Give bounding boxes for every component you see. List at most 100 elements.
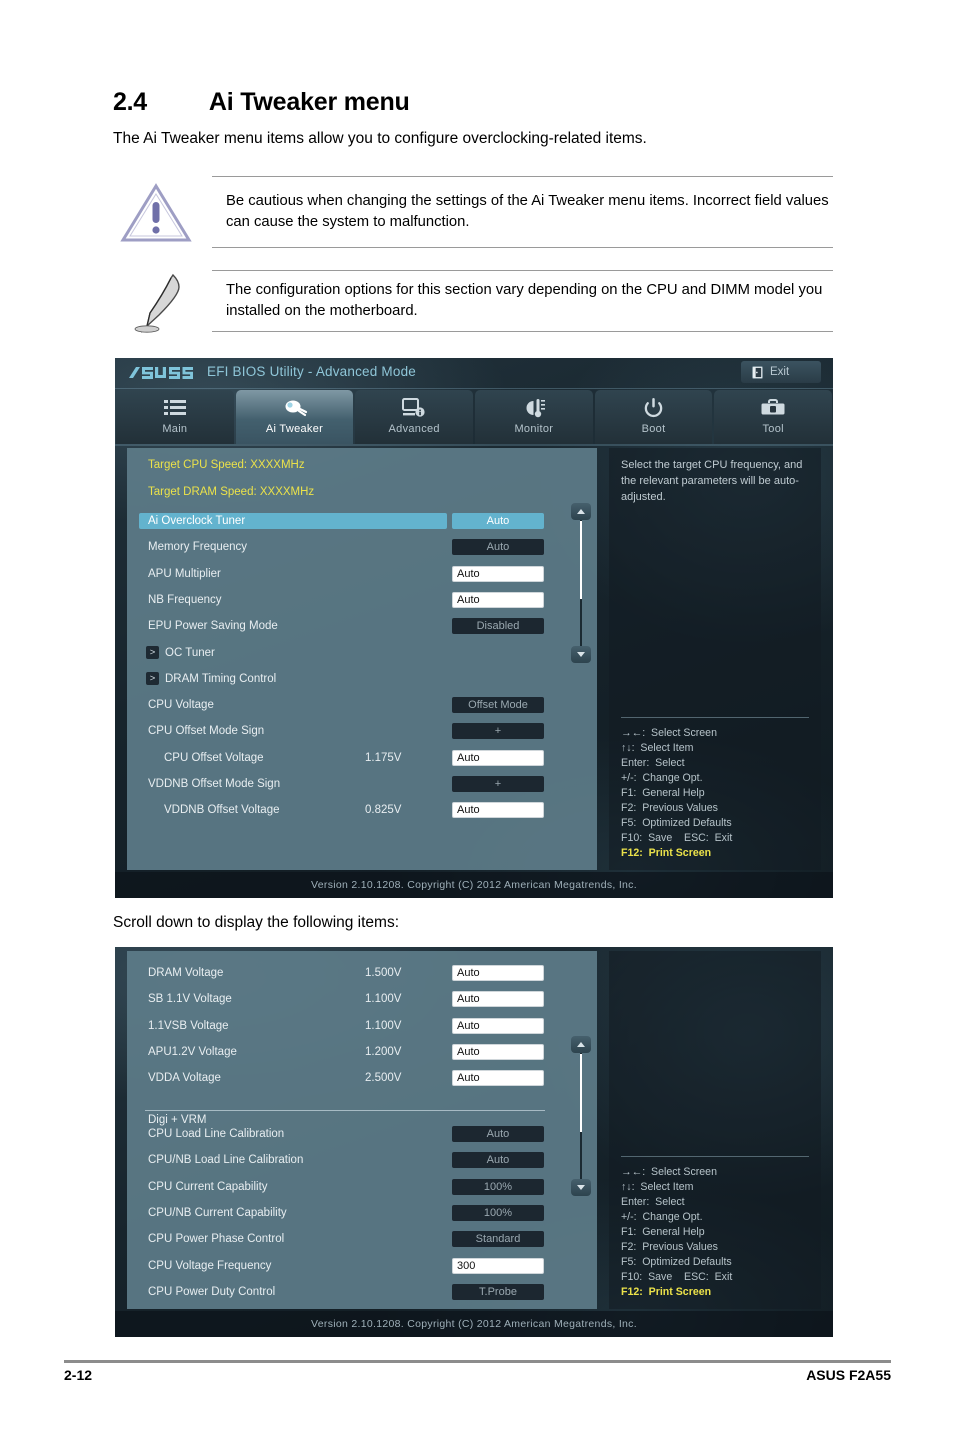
setting-value-field[interactable]: 100%	[452, 1204, 544, 1221]
setting-current-value: 0.825V	[365, 803, 402, 816]
scroll-thumb[interactable]	[580, 521, 582, 599]
setting-value-field[interactable]: Auto	[452, 565, 544, 582]
setting-row[interactable]: Memory Frequency Auto	[127, 537, 597, 556]
nav-key: F10: Save ESC: Exit	[621, 1270, 733, 1283]
setting-value-field[interactable]: T.Probe	[452, 1283, 544, 1300]
section-intro: The Ai Tweaker menu items allow you to c…	[113, 130, 647, 147]
nav-key: F12: Print Screen	[621, 846, 712, 859]
setting-row[interactable]: NB Frequency Auto	[127, 590, 597, 609]
pencil-icon	[117, 269, 195, 333]
setting-row[interactable]: CPU Voltage Offset Mode	[127, 695, 597, 714]
nav-key: F5: Optimized Defaults	[621, 816, 732, 829]
setting-value-field[interactable]: 300	[452, 1257, 544, 1274]
help-text: Select the target CPU frequency, and the…	[621, 459, 803, 503]
exit-label: Exit	[770, 366, 790, 378]
scrollbar-bottom[interactable]	[571, 1036, 591, 1196]
help-pane-top: Select the target CPU frequency, and the…	[609, 448, 821, 870]
setting-value-field[interactable]: Auto	[452, 512, 544, 529]
setting-value-field[interactable]: 100%	[452, 1178, 544, 1195]
setting-row[interactable]: CPU Load Line Calibration Auto	[127, 1124, 597, 1143]
nav-key: F2: Previous Values	[621, 1240, 718, 1253]
scroll-down-button[interactable]	[571, 646, 591, 663]
setting-row[interactable]: CPU/NB Current Capability 100%	[127, 1203, 597, 1222]
setting-row[interactable]: CPU Offset Mode Sign +	[127, 721, 597, 740]
setting-row[interactable]: VDDNB Offset Voltage 0.825V Auto	[127, 800, 597, 819]
bios-header: EFI BIOS Utility - Advanced Mode Exit	[115, 358, 833, 388]
scroll-up-button[interactable]	[571, 1036, 591, 1053]
setting-label: CPU Current Capability	[148, 1180, 268, 1193]
setting-row[interactable]: Ai Overclock Tuner Auto	[127, 511, 597, 530]
setting-value-field[interactable]: Auto	[452, 1125, 544, 1142]
setting-row[interactable]: > DRAM Timing Control	[127, 669, 597, 688]
setting-label: APU Multiplier	[148, 567, 221, 580]
tab-advanced[interactable]: Advanced	[355, 390, 474, 444]
setting-row[interactable]: > OC Tuner	[127, 643, 597, 662]
bios-body-top: Target CPU Speed: XXXXMHz Target DRAM Sp…	[127, 448, 821, 870]
setting-label: VDDNB Offset Mode Sign	[148, 777, 281, 790]
tab-underline	[115, 444, 833, 446]
page-title: 2.4 Ai Tweaker menu	[113, 88, 853, 117]
setting-value-field[interactable]: Auto	[452, 591, 544, 608]
setting-label: EPU Power Saving Mode	[148, 619, 278, 632]
monitor-icon	[522, 396, 546, 420]
setting-value-field[interactable]: Auto	[452, 538, 544, 555]
section-title: Ai Tweaker menu	[208, 88, 410, 116]
tab-label: Main	[162, 423, 188, 435]
setting-row[interactable]: VDDNB Offset Mode Sign +	[127, 774, 597, 793]
setting-label: VDDNB Offset Voltage	[164, 803, 280, 816]
note-callout: The configuration options for this secti…	[113, 269, 833, 333]
tab-label: Ai Tweaker	[265, 423, 324, 435]
nav-key: →←: Select Screen	[621, 1165, 717, 1178]
tab-label: Tool	[762, 423, 784, 435]
tab-main[interactable]: Main	[116, 390, 234, 444]
nav-key: Enter: Select	[621, 1195, 685, 1208]
version-text: Version 2.10.1208. Copyright (C) 2012 Am…	[311, 879, 637, 891]
setting-label: OC Tuner	[165, 646, 215, 659]
nav-key-list: →←: Select Screen ↑↓: Select Item Enter: S…	[621, 726, 809, 861]
setting-label: CPU Load Line Calibration	[148, 1127, 285, 1140]
bios-version-footer: Version 2.10.1208. Copyright (C) 2012 Am…	[115, 1311, 833, 1337]
triangle-down-icon	[577, 1185, 585, 1190]
note-text: The configuration options for this secti…	[226, 282, 823, 319]
scrollbar-top[interactable]	[571, 503, 591, 663]
setting-value-field[interactable]: Standard	[452, 1230, 544, 1247]
setting-row[interactable]: CPU Current Capability 100%	[127, 1177, 597, 1196]
bios-title: EFI BIOS Utility - Advanced Mode	[207, 364, 416, 379]
submenu-arrow-icon: >	[146, 672, 159, 685]
tab-label: Monitor	[514, 423, 554, 435]
header-divider	[115, 388, 833, 389]
setting-row[interactable]: CPU/NB Load Line Calibration Auto	[127, 1150, 597, 1169]
setting-value-field[interactable]: Auto	[452, 1151, 544, 1168]
setting-row[interactable]: EPU Power Saving Mode Disabled	[127, 616, 597, 635]
setting-row[interactable]: CPU Power Duty Control T.Probe	[127, 1282, 597, 1301]
tab-ai-tweaker[interactable]: Ai Tweaker	[235, 390, 354, 444]
setting-value-field[interactable]: Auto	[452, 749, 544, 766]
tab-boot[interactable]: Boot	[594, 390, 713, 444]
setting-value-field[interactable]: Offset Mode	[452, 696, 544, 713]
setting-label: CPU Voltage	[148, 698, 214, 711]
setting-row[interactable]: APU Multiplier Auto	[127, 564, 597, 583]
triangle-up-icon	[577, 509, 585, 514]
setting-value-field[interactable]: Auto	[452, 801, 544, 818]
scroll-down-button[interactable]	[571, 1179, 591, 1196]
setting-label: CPU/NB Load Line Calibration	[148, 1153, 304, 1166]
scroll-up-button[interactable]	[571, 503, 591, 520]
setting-value-field[interactable]: +	[452, 775, 544, 792]
setting-value-field[interactable]: Disabled	[452, 617, 544, 634]
manual-page: 2.4 Ai Tweaker menu The Ai Tweaker menu …	[0, 0, 954, 1438]
setting-row[interactable]: CPU Offset Voltage 1.175V Auto	[127, 748, 597, 767]
scroll-thumb[interactable]	[580, 1054, 582, 1132]
tab-tool[interactable]: Tool	[714, 390, 833, 444]
settings-pane-top: Target CPU Speed: XXXXMHz Target DRAM Sp…	[127, 448, 597, 870]
tab-monitor[interactable]: Monitor	[475, 390, 593, 444]
divider	[212, 247, 833, 248]
setting-row[interactable]: CPU Voltage Frequency 300	[127, 1256, 597, 1275]
nav-key: F2: Previous Values	[621, 801, 718, 814]
tab-label: Advanced	[388, 423, 440, 435]
warning-text: Be cautious when changing the settings o…	[226, 193, 829, 230]
setting-row[interactable]: CPU Power Phase Control Standard	[127, 1229, 597, 1248]
exit-button[interactable]: Exit	[741, 361, 821, 383]
setting-value-field[interactable]: +	[452, 722, 544, 739]
tweaker-icon	[282, 396, 308, 420]
triangle-down-icon	[577, 652, 585, 657]
